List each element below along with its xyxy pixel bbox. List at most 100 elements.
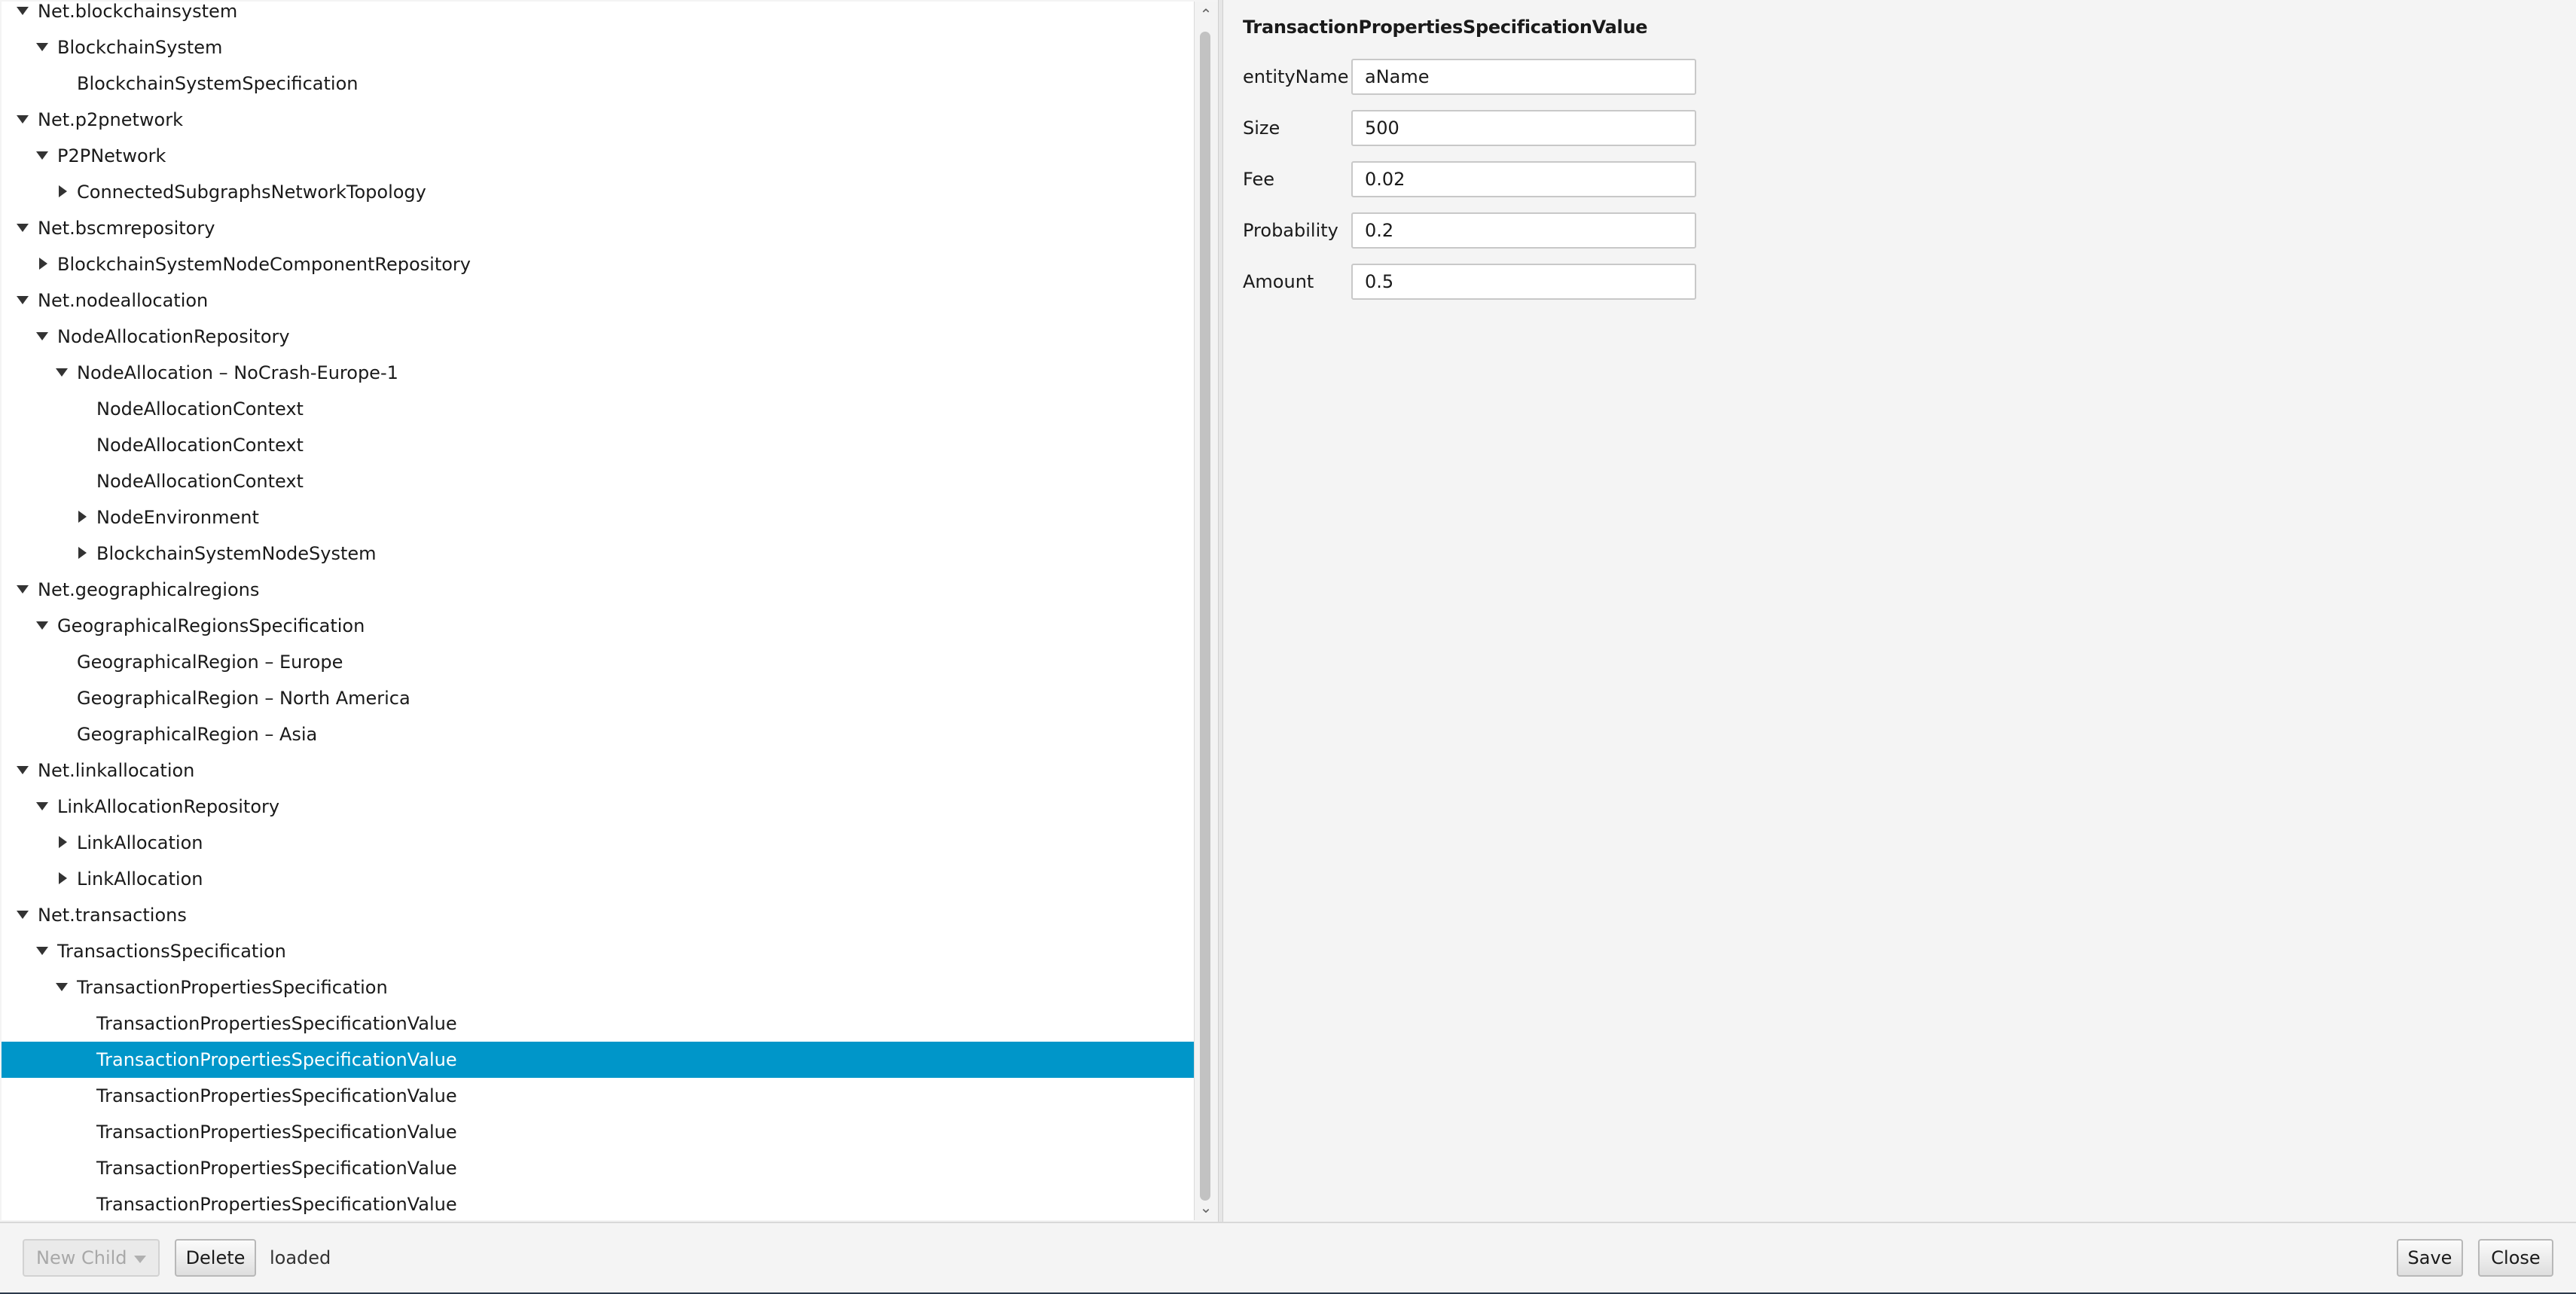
- collapsed-triangle-icon[interactable]: [39, 258, 47, 270]
- field-input[interactable]: [1351, 59, 1696, 95]
- tree-item[interactable]: Net.p2pnetwork: [2, 102, 1194, 138]
- tree-item[interactable]: Net.transactions: [2, 897, 1194, 933]
- tree-item-label: GeographicalRegion – Europe: [77, 652, 343, 673]
- tree-item-label: TransactionPropertiesSpecification: [77, 977, 388, 998]
- new-child-dropdown-button[interactable]: New Child: [23, 1239, 160, 1277]
- detail-panel: TransactionPropertiesSpecificationValue …: [1223, 0, 2576, 1222]
- tree-item-label: GeographicalRegion – Asia: [77, 724, 318, 745]
- tree-item[interactable]: Net.blockchainsystem: [2, 2, 1194, 29]
- expanded-triangle-icon[interactable]: [17, 585, 29, 594]
- tree-item-label: NodeAllocation – NoCrash-Europe-1: [77, 362, 398, 383]
- tree-item-label: BlockchainSystemNodeSystem: [96, 543, 377, 564]
- expanded-triangle-icon[interactable]: [36, 332, 48, 340]
- expanded-triangle-icon[interactable]: [17, 7, 29, 15]
- tree-item[interactable]: TransactionPropertiesSpecificationValue: [2, 1186, 1194, 1220]
- scroll-thumb[interactable]: [1200, 32, 1210, 1201]
- tree-item[interactable]: TransactionPropertiesSpecificationValue: [2, 1042, 1194, 1078]
- tree-item[interactable]: LinkAllocation: [2, 861, 1194, 897]
- tree-item[interactable]: P2PNetwork: [2, 138, 1194, 174]
- tree-item[interactable]: TransactionPropertiesSpecificationValue: [2, 1114, 1194, 1150]
- expanded-triangle-icon[interactable]: [36, 947, 48, 955]
- tree-item[interactable]: Net.linkallocation: [2, 752, 1194, 789]
- expanded-triangle-icon[interactable]: [36, 621, 48, 630]
- tree-item-label: Net.bscmrepository: [38, 218, 215, 239]
- tree-item[interactable]: TransactionPropertiesSpecification: [2, 969, 1194, 1006]
- field-label: Probability: [1243, 220, 1338, 241]
- tree-item[interactable]: Net.bscmrepository: [2, 210, 1194, 246]
- tree-item[interactable]: ConnectedSubgraphsNetworkTopology: [2, 174, 1194, 210]
- tree-item[interactable]: TransactionPropertiesSpecificationValue: [2, 1078, 1194, 1114]
- field-label: entityName: [1243, 66, 1349, 87]
- tree-item[interactable]: LinkAllocationRepository: [2, 789, 1194, 825]
- tree-item-label: Net.nodeallocation: [38, 290, 209, 311]
- tree-item[interactable]: BlockchainSystemNodeComponentRepository: [2, 246, 1194, 282]
- tree-item[interactable]: BlockchainSystemSpecification: [2, 66, 1194, 102]
- tree-item-label: TransactionsSpecification: [57, 941, 286, 962]
- expanded-triangle-icon[interactable]: [17, 911, 29, 919]
- tree-view[interactable]: Net.blockchainsystem BlockchainSystem Bloc…: [2, 2, 1194, 1220]
- scroll-up-arrow-icon[interactable]: ⌃: [1195, 2, 1217, 27]
- tree-item[interactable]: Net.nodeallocation: [2, 282, 1194, 319]
- expanded-triangle-icon[interactable]: [36, 43, 48, 51]
- tree-item-label: LinkAllocation: [77, 868, 203, 890]
- tree-scrollbar[interactable]: ⌃ ⌄: [1194, 2, 1217, 1220]
- tree-item[interactable]: GeographicalRegionsSpecification: [2, 608, 1194, 644]
- tree-item-label: GeographicalRegionsSpecification: [57, 615, 365, 636]
- tree-item-label: BlockchainSystemNodeComponentRepository: [57, 254, 471, 275]
- close-button[interactable]: Close: [2478, 1239, 2553, 1277]
- tree-item-label: Net.transactions: [38, 905, 187, 926]
- tree-item[interactable]: NodeAllocationContext: [2, 463, 1194, 499]
- tree-item[interactable]: Net.geographicalregions: [2, 572, 1194, 608]
- field-input[interactable]: [1351, 212, 1696, 249]
- collapsed-triangle-icon[interactable]: [59, 872, 67, 884]
- expanded-triangle-icon[interactable]: [17, 224, 29, 232]
- collapsed-triangle-icon[interactable]: [78, 547, 87, 559]
- tree-item-label: NodeAllocationContext: [96, 435, 304, 456]
- tree-item[interactable]: GeographicalRegion – Asia: [2, 716, 1194, 752]
- detail-title: TransactionPropertiesSpecificationValue: [1243, 17, 1648, 38]
- tree-item[interactable]: TransactionsSpecification: [2, 933, 1194, 969]
- collapsed-triangle-icon[interactable]: [78, 511, 87, 523]
- tree-item[interactable]: NodeAllocationRepository: [2, 319, 1194, 355]
- split-pane-divider[interactable]: [1218, 0, 1223, 1222]
- collapsed-triangle-icon[interactable]: [59, 185, 67, 197]
- expanded-triangle-icon[interactable]: [17, 115, 29, 124]
- field-input[interactable]: [1351, 264, 1696, 300]
- expanded-triangle-icon[interactable]: [56, 368, 68, 377]
- tree-item-label: Net.geographicalregions: [38, 579, 260, 600]
- tree-item-label: TransactionPropertiesSpecificationValue: [96, 1158, 457, 1179]
- tree-item[interactable]: GeographicalRegion – Europe: [2, 644, 1194, 680]
- tree-item[interactable]: NodeAllocationContext: [2, 427, 1194, 463]
- tree-item[interactable]: BlockchainSystem: [2, 29, 1194, 66]
- expanded-triangle-icon[interactable]: [36, 151, 48, 160]
- expanded-triangle-icon[interactable]: [17, 766, 29, 774]
- tree-item-label: Net.blockchainsystem: [38, 2, 238, 22]
- tree-item[interactable]: NodeAllocation – NoCrash-Europe-1: [2, 355, 1194, 391]
- tree-item-label: Net.linkallocation: [38, 760, 195, 781]
- expanded-triangle-icon[interactable]: [36, 802, 48, 810]
- expanded-triangle-icon[interactable]: [56, 983, 68, 991]
- field-input[interactable]: [1351, 161, 1696, 197]
- field-label: Size: [1243, 117, 1280, 139]
- tree-item-label: ConnectedSubgraphsNetworkTopology: [77, 182, 426, 203]
- tree-item[interactable]: TransactionPropertiesSpecificationValue: [2, 1006, 1194, 1042]
- field-label: Fee: [1243, 169, 1275, 190]
- chevron-down-icon: [134, 1256, 146, 1263]
- new-child-label: New Child: [36, 1247, 127, 1268]
- tree-item-label: TransactionPropertiesSpecificationValue: [96, 1013, 457, 1034]
- tree-item-label: P2PNetwork: [57, 145, 166, 166]
- expanded-triangle-icon[interactable]: [17, 296, 29, 304]
- tree-item-label: NodeAllocationRepository: [57, 326, 290, 347]
- tree-item[interactable]: GeographicalRegion – North America: [2, 680, 1194, 716]
- tree-item[interactable]: LinkAllocation: [2, 825, 1194, 861]
- tree-item[interactable]: NodeEnvironment: [2, 499, 1194, 536]
- collapsed-triangle-icon[interactable]: [59, 836, 67, 848]
- delete-button[interactable]: Delete: [175, 1239, 256, 1277]
- save-button[interactable]: Save: [2397, 1239, 2463, 1277]
- tree-item[interactable]: BlockchainSystemNodeSystem: [2, 536, 1194, 572]
- tree-item[interactable]: TransactionPropertiesSpecificationValue: [2, 1150, 1194, 1186]
- field-input[interactable]: [1351, 110, 1696, 146]
- scroll-down-arrow-icon[interactable]: ⌄: [1195, 1195, 1217, 1220]
- field-label: Amount: [1243, 271, 1314, 292]
- tree-item[interactable]: NodeAllocationContext: [2, 391, 1194, 427]
